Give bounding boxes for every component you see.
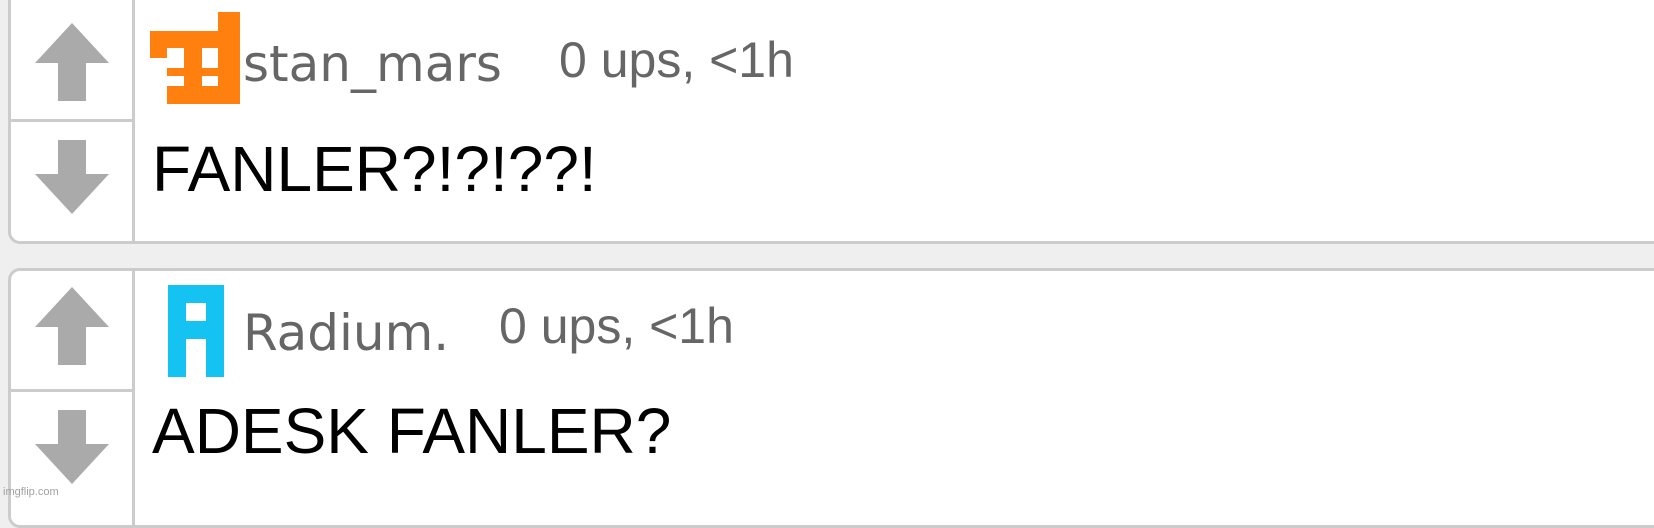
comment-text: FANLER?!?!??!	[152, 133, 597, 205]
upvote-button[interactable]	[11, 271, 132, 381]
arrow-down-icon	[34, 140, 109, 214]
comment-meta: 0 ups, <1h	[559, 32, 794, 88]
arrow-down-icon	[34, 410, 109, 484]
arrow-up-icon	[34, 23, 109, 101]
arrow-up-icon	[34, 287, 109, 365]
comment-meta: 0 ups, <1h	[499, 298, 734, 354]
user-avatar[interactable]	[150, 12, 240, 104]
vote-column	[11, 0, 135, 241]
comment-card: Radium. 0 ups, <1h ADESK FANLER?	[8, 268, 1654, 528]
watermark: imgflip.com	[3, 486, 59, 498]
comment-username[interactable]: stan_mars	[243, 39, 502, 89]
comment-username[interactable]: Radium.	[243, 308, 449, 358]
comment-text: ADESK FANLER?	[152, 395, 672, 467]
downvote-button[interactable]	[11, 122, 132, 232]
comment-card: stan_mars 0 ups, <1h FANLER?!?!??!	[8, 0, 1654, 244]
user-avatar[interactable]	[168, 285, 224, 377]
upvote-button[interactable]	[11, 7, 132, 117]
